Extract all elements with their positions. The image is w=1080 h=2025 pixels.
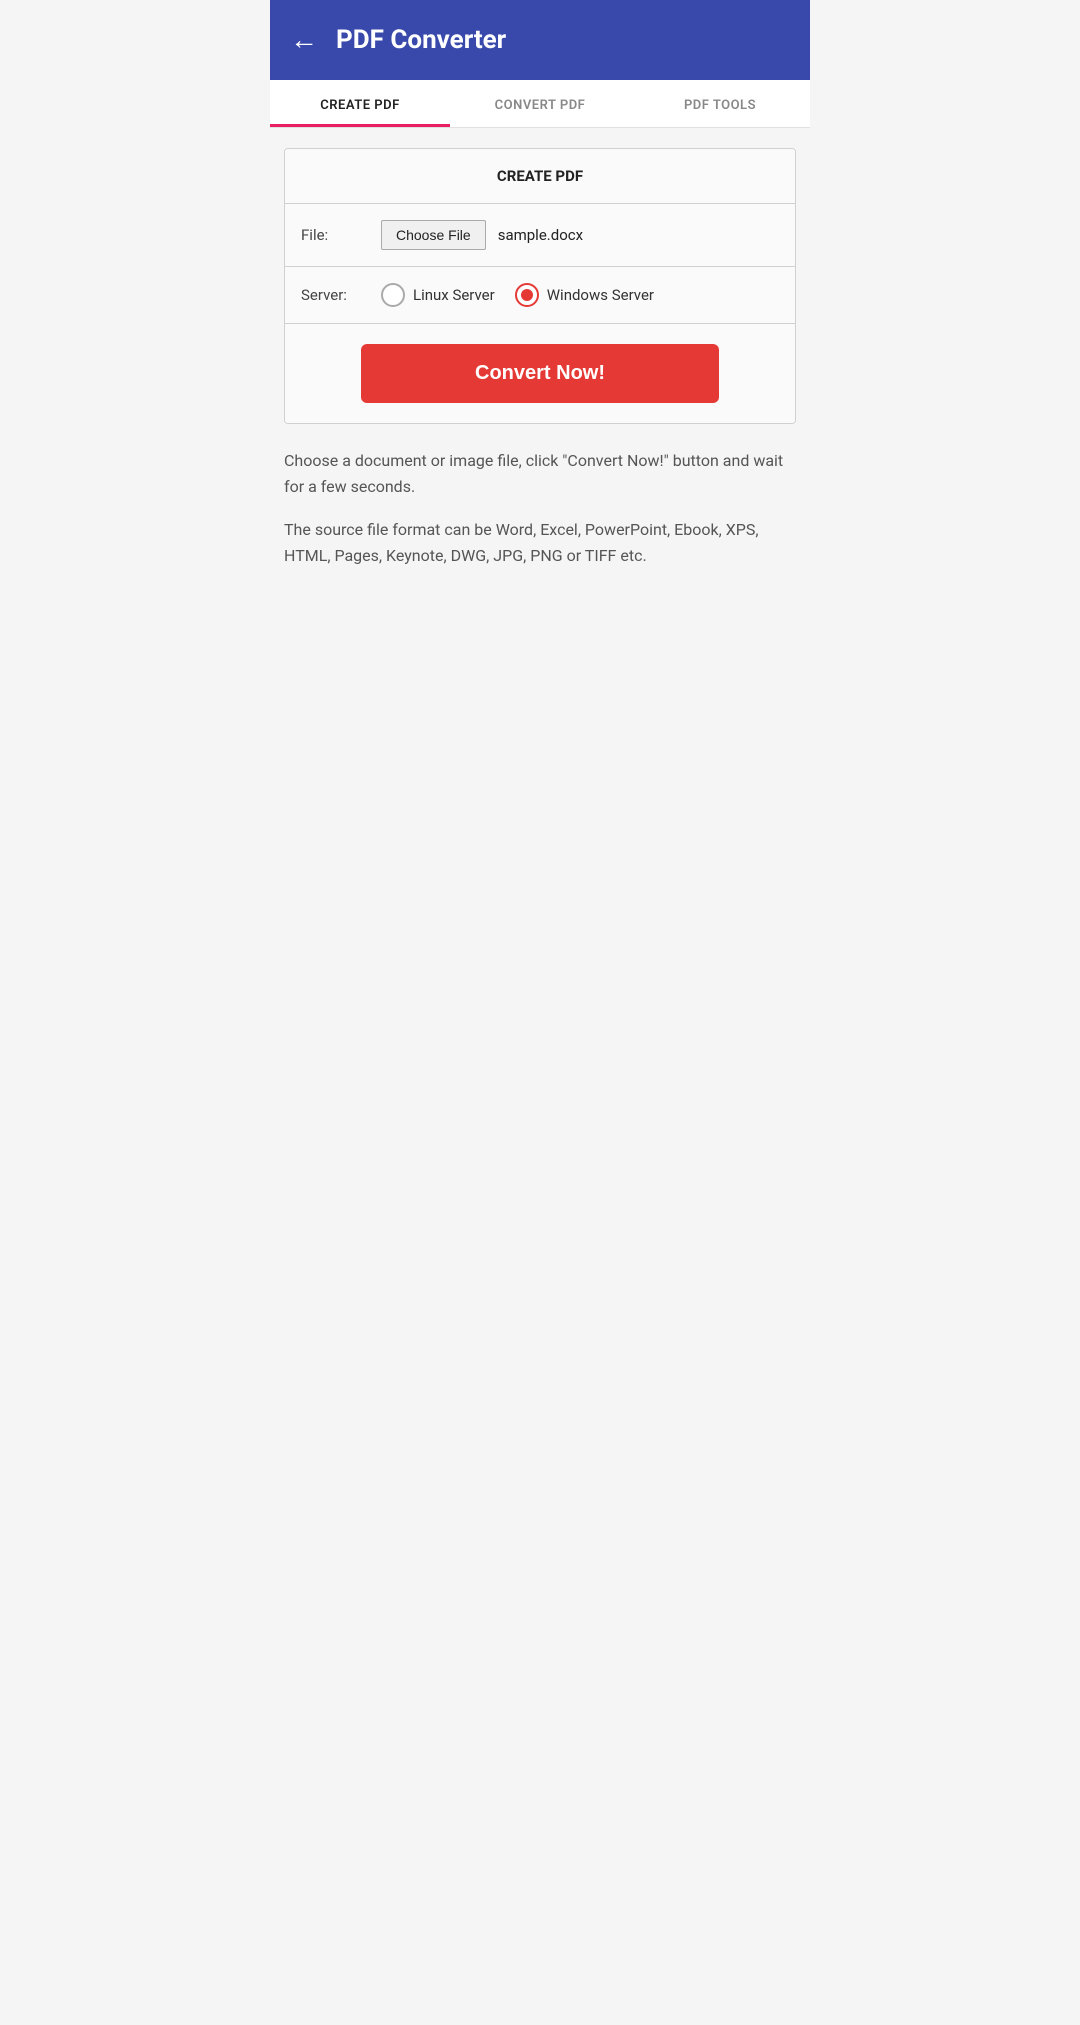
form-card-title: CREATE PDF (285, 149, 795, 204)
tab-create-pdf[interactable]: CREATE PDF (270, 80, 450, 127)
back-icon[interactable]: ← (290, 26, 318, 54)
server-row: Server: Linux Server Windows Server (285, 267, 795, 324)
description-paragraph-1: Choose a document or image file, click "… (284, 448, 796, 499)
windows-server-option[interactable]: Windows Server (515, 283, 654, 307)
file-field: Choose File sample.docx (381, 220, 779, 250)
server-radio-group: Linux Server Windows Server (381, 283, 779, 307)
file-label: File: (301, 226, 381, 244)
app-title: PDF Converter (336, 25, 506, 55)
linux-server-label: Linux Server (413, 286, 495, 304)
tab-pdf-tools[interactable]: PDF TOOLS (630, 80, 810, 127)
file-row: File: Choose File sample.docx (285, 204, 795, 267)
description-paragraph-2: The source file format can be Word, Exce… (284, 517, 796, 568)
windows-server-radio[interactable] (515, 283, 539, 307)
create-pdf-form-card: CREATE PDF File: Choose File sample.docx… (284, 148, 796, 424)
linux-server-radio[interactable] (381, 283, 405, 307)
windows-server-label: Windows Server (547, 286, 654, 304)
convert-button-row: Convert Now! (285, 324, 795, 423)
server-label: Server: (301, 286, 381, 304)
tabs-bar: CREATE PDF CONVERT PDF PDF TOOLS (270, 80, 810, 128)
convert-now-button[interactable]: Convert Now! (361, 344, 720, 403)
header: ← PDF Converter (270, 0, 810, 80)
file-name-display: sample.docx (498, 226, 583, 244)
main-content: CREATE PDF File: Choose File sample.docx… (270, 128, 810, 608)
tab-convert-pdf[interactable]: CONVERT PDF (450, 80, 630, 127)
description-section: Choose a document or image file, click "… (284, 448, 796, 568)
linux-server-option[interactable]: Linux Server (381, 283, 495, 307)
choose-file-button[interactable]: Choose File (381, 220, 486, 250)
